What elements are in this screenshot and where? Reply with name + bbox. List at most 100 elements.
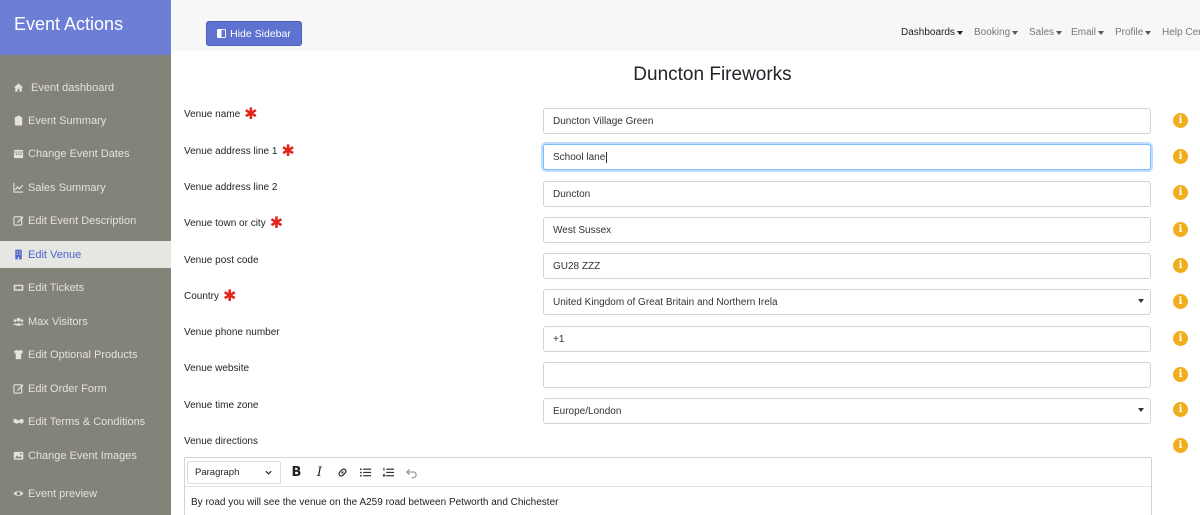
hide-sidebar-button[interactable]: Hide Sidebar <box>206 21 302 46</box>
nav-email[interactable]: Email <box>1071 27 1105 38</box>
phone-input[interactable]: +1 <box>543 326 1151 352</box>
tshirt-icon <box>12 349 24 360</box>
sidebar-item-event-summary[interactable]: Event Summary <box>0 107 171 134</box>
directions-text-area[interactable]: By road you will see the venue on the A2… <box>185 487 1151 515</box>
sidebar-item-label: Edit Order Form <box>28 382 107 395</box>
italic-icon: I <box>316 464 323 480</box>
sidebar-item-event-preview[interactable]: Event preview <box>0 480 171 507</box>
sidebar-item-change-event-images[interactable]: Change Event Images <box>0 442 171 469</box>
paragraph-format-select[interactable]: Paragraph <box>187 460 281 484</box>
sidebar-item-label: Sales Summary <box>28 181 106 194</box>
sidebar-item-label: Edit Tickets <box>28 281 85 294</box>
venue-name-label: Venue name ✱ <box>184 105 258 123</box>
sidebar-item-label: Edit Event Description <box>28 214 137 227</box>
main-content: Duncton Fireworks Venue name ✱ Duncton Vi… <box>171 51 1200 515</box>
caret-down-icon <box>1056 30 1063 35</box>
info-icon[interactable]: i <box>1173 185 1188 200</box>
info-icon[interactable]: i <box>1173 402 1188 417</box>
home-icon <box>12 82 24 93</box>
nav-profile[interactable]: Profile <box>1115 27 1152 38</box>
sidebar-item-change-event-dates[interactable]: Change Event Dates <box>0 140 171 167</box>
caret-down-icon <box>1098 30 1105 35</box>
sidebar-item-label: Edit Optional Products <box>28 348 138 361</box>
info-icon[interactable]: i <box>1173 438 1188 453</box>
text-cursor <box>606 151 608 163</box>
clipboard-icon <box>12 115 24 126</box>
info-icon[interactable]: i <box>1173 367 1188 382</box>
chart-icon <box>12 182 24 193</box>
post-code-input[interactable]: GU28 ZZZ <box>543 253 1151 279</box>
info-icon[interactable]: i <box>1173 294 1188 309</box>
address-line-2-input[interactable]: Duncton <box>543 181 1151 207</box>
users-icon <box>12 316 24 327</box>
info-icon[interactable]: i <box>1173 149 1188 164</box>
sidebar-item-label: Event Summary <box>28 114 107 127</box>
page-title: Duncton Fireworks <box>633 64 792 85</box>
sidebar-item-label: Event dashboard <box>31 81 115 94</box>
sidebar-item-edit-event-description[interactable]: Edit Event Description <box>0 207 171 234</box>
sidebar-item-edit-venue[interactable]: Edit Venue <box>0 241 171 268</box>
bold-button[interactable]: B <box>285 461 308 484</box>
directions-label: Venue directions <box>184 436 258 447</box>
venue-name-input[interactable]: Duncton Village Green <box>543 108 1151 134</box>
sidebar-item-sales-summary[interactable]: Sales Summary <box>0 174 171 201</box>
numbered-list-button[interactable] <box>377 461 400 484</box>
address-line-1-input[interactable]: School lane <box>543 144 1151 170</box>
required-star-icon: ✱ <box>281 142 295 160</box>
sidebar-item-edit-order-form[interactable]: Edit Order Form <box>0 375 171 402</box>
top-navbar: Hide Sidebar Dashboards Booking Sales Em… <box>171 0 1200 51</box>
edit-icon <box>12 383 24 394</box>
sidebar-item-edit-terms-conditions[interactable]: Edit Terms & Conditions <box>0 408 171 435</box>
sidebar-item-label: Edit Venue <box>28 248 82 261</box>
caret-down-icon <box>1012 30 1019 35</box>
link-icon <box>336 466 349 479</box>
eye-icon <box>12 488 24 499</box>
sidebar-item-event-dashboard[interactable]: Event dashboard <box>0 74 171 101</box>
sidebar-item-label: Event preview <box>28 487 98 500</box>
website-label: Venue website <box>184 363 250 374</box>
info-icon[interactable]: i <box>1173 222 1188 237</box>
time-zone-select[interactable]: Europe/London <box>543 398 1151 424</box>
info-icon[interactable]: i <box>1173 258 1188 273</box>
sidebar: Event Actions Event dashboard Event Summ… <box>0 0 171 515</box>
required-star-icon: ✱ <box>269 214 284 232</box>
country-label: Country ✱ <box>184 287 237 305</box>
sidebar-item-edit-optional-products[interactable]: Edit Optional Products <box>0 341 171 368</box>
sidebar-item-label: Change Event Dates <box>28 147 130 160</box>
caret-down-icon <box>1138 299 1144 303</box>
caret-down-icon <box>956 30 963 35</box>
info-icon[interactable]: i <box>1173 331 1188 346</box>
ticket-icon <box>12 282 24 293</box>
sidebar-item-label: Change Event Images <box>28 449 137 462</box>
town-input[interactable]: West Sussex <box>543 217 1151 243</box>
caret-down-icon <box>1138 408 1144 412</box>
required-star-icon: ✱ <box>244 105 258 123</box>
handshake-icon <box>12 416 24 427</box>
nav-sales[interactable]: Sales <box>1029 27 1063 38</box>
italic-button[interactable]: I <box>308 461 331 484</box>
link-button[interactable] <box>331 461 354 484</box>
numbered-list-icon <box>382 466 395 479</box>
sidebar-item-edit-tickets[interactable]: Edit Tickets <box>0 274 171 301</box>
edit-icon <box>12 215 24 226</box>
website-input[interactable] <box>543 362 1151 388</box>
sidebar-item-label: Edit Terms & Conditions <box>28 415 146 428</box>
bulleted-list-icon <box>359 466 372 479</box>
undo-button[interactable] <box>400 461 423 484</box>
building-icon <box>12 249 24 260</box>
required-star-icon: ✱ <box>223 287 237 305</box>
address-line-2-label: Venue address line 2 <box>184 182 278 193</box>
editor-toolbar: Paragraph B I <box>185 458 1151 487</box>
nav-booking[interactable]: Booking <box>974 27 1019 38</box>
nav-dashboards[interactable]: Dashboards <box>901 27 963 38</box>
bold-icon: B <box>291 464 302 480</box>
country-select[interactable]: United Kingdom of Great Britain and Nort… <box>543 289 1151 315</box>
chevron-down-icon <box>264 468 273 477</box>
nav-help[interactable]: Help Cer <box>1162 27 1200 38</box>
sidebar-item-label: Max Visitors <box>28 315 88 328</box>
image-icon <box>12 450 24 461</box>
sidebar-item-max-visitors[interactable]: Max Visitors <box>0 308 171 335</box>
bulleted-list-button[interactable] <box>354 461 377 484</box>
phone-label: Venue phone number <box>184 327 280 338</box>
info-icon[interactable]: i <box>1173 113 1188 128</box>
